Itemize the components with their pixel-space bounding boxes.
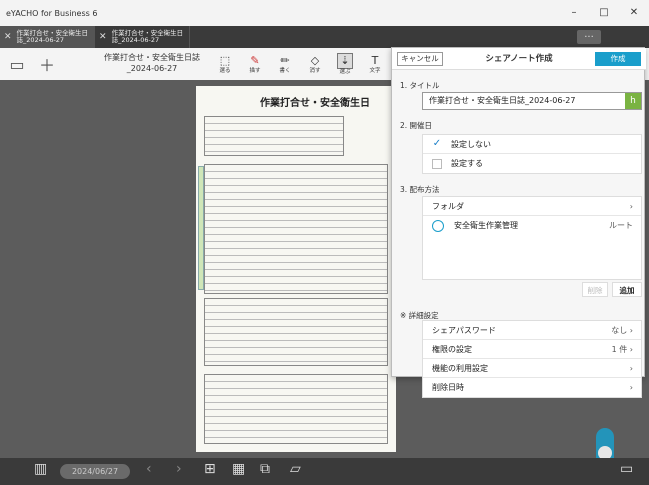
- page-heading: 作業打合せ・安全衛生日: [260, 98, 370, 109]
- folder-label: フォルダ: [432, 201, 464, 211]
- folder-box: フォルダ › 安全衛生作業管理 ルート: [422, 196, 642, 280]
- select-area-icon: ⇣: [337, 52, 353, 69]
- bottom-bar: ▥ 2024/06/27 ‹ › ⊞ ▦ ⧉ ▱ ▭: [0, 458, 649, 485]
- title-field-value: 作業打合せ・安全衛生日誌_2024-06-27: [429, 96, 576, 105]
- window-titlebar: eYACHO for Business 6 – □ ✕: [0, 0, 649, 26]
- close-button[interactable]: ✕: [619, 0, 649, 26]
- share-note-panel: キャンセル シェアノート作成 作成 1. タイトル 作業打合せ・安全衛生日誌_2…: [391, 47, 646, 398]
- dist-section-label: 3. 配布方法: [400, 185, 440, 194]
- tab-subtitle: 誌_2024-06-27: [16, 36, 65, 44]
- tool-label: 文字: [369, 67, 381, 74]
- window-icon[interactable]: ▭: [620, 461, 633, 477]
- date-options: ✓ 設定しない 設定する: [422, 134, 642, 174]
- folder-item-root: ルート: [609, 221, 633, 230]
- detail-value: なし ›: [611, 325, 633, 335]
- detail-label: 権限の設定: [432, 344, 472, 354]
- shape-icon[interactable]: ▱: [290, 461, 301, 477]
- safety-table: [204, 298, 388, 366]
- text-icon: T: [371, 53, 379, 67]
- title-section-label: 1. タイトル: [400, 81, 440, 90]
- header-table: [204, 116, 344, 156]
- panel-header: キャンセル シェアノート作成 作成: [392, 48, 646, 70]
- detail-settings: シェアパスワード なし › 権限の設定 1 件 › 機能の利用設定 › 削除日時…: [422, 320, 642, 398]
- entry-table: [204, 374, 388, 444]
- detail-features[interactable]: 機能の利用設定 ›: [423, 359, 641, 378]
- folder-item[interactable]: 安全衛生作業管理 ルート: [423, 216, 641, 235]
- tool-group: ⬚ 選る ✎ 描す ✏ 書く ◇ 消す ⇣ 選ぶ T 文字: [210, 50, 390, 78]
- select-icon: ⬚: [219, 53, 231, 67]
- date-section-label: 2. 開催日: [400, 121, 433, 130]
- tab-document-2[interactable]: ✕ 作業打合せ・安全衛生日 誌_2024-06-27: [95, 26, 191, 48]
- minimize-button[interactable]: –: [559, 0, 589, 26]
- tool-label: 消す: [309, 67, 321, 74]
- checkbox-icon: [432, 158, 442, 169]
- detail-label: シェアパスワード: [432, 325, 496, 335]
- detail-label: 機能の利用設定: [432, 363, 488, 373]
- add-icon[interactable]: ＋: [36, 54, 58, 75]
- date-option-set[interactable]: 設定する: [423, 154, 641, 173]
- layers-icon[interactable]: ⧉: [260, 461, 270, 477]
- date-option-none[interactable]: ✓ 設定しない: [423, 135, 641, 154]
- tool-label: 描す: [249, 67, 261, 74]
- calendar-book-icon[interactable]: ▥: [34, 461, 47, 477]
- delete-button[interactable]: 削除: [582, 282, 608, 297]
- tool-select-area[interactable]: ⇣ 選ぶ: [330, 50, 360, 78]
- document-title: 作業打合せ・安全衛生日誌 _2024-06-27: [92, 52, 212, 74]
- tool-pen[interactable]: ✎ 描す: [240, 50, 270, 78]
- title-field[interactable]: 作業打合せ・安全衛生日誌_2024-06-27 h: [422, 92, 642, 110]
- tool-eraser[interactable]: ◇ 消す: [300, 50, 330, 78]
- chevron-right-icon: ›: [629, 201, 633, 211]
- eraser-icon: ◇: [310, 53, 320, 67]
- tool-text[interactable]: T 文字: [360, 50, 390, 78]
- detail-permissions[interactable]: 権限の設定 1 件 ›: [423, 340, 641, 359]
- date-pill[interactable]: 2024/06/27: [60, 464, 130, 479]
- checkmark-icon: ✓: [432, 138, 442, 149]
- tool-write[interactable]: ✏ 書く: [270, 50, 300, 78]
- tool-label: 選ぶ: [339, 68, 351, 75]
- create-button[interactable]: 作成: [595, 52, 641, 66]
- folder-item-label: 安全衛生作業管理: [454, 221, 518, 230]
- add-button[interactable]: 追加: [612, 282, 642, 297]
- window-title: eYACHO for Business 6: [6, 8, 98, 18]
- pen-icon: ✎: [250, 53, 260, 67]
- tab-document-1[interactable]: ✕ 作業打合せ・安全衛生日 誌_2024-06-27: [0, 26, 96, 48]
- detail-delete-date[interactable]: 削除日時 ›: [423, 378, 641, 397]
- work-table: [204, 164, 388, 294]
- tool-label: 書く: [279, 67, 291, 74]
- tab-subtitle: 誌_2024-06-27: [111, 36, 160, 44]
- tool-label: 選る: [219, 67, 231, 74]
- write-icon: ✏: [280, 53, 290, 67]
- tab-strip: ✕ 作業打合せ・安全衛生日 誌_2024-06-27 ✕ 作業打合せ・安全衛生日…: [0, 26, 649, 48]
- document-title-line1: 作業打合せ・安全衛生日誌: [104, 53, 200, 62]
- option-label: 設定しない: [451, 139, 491, 149]
- cancel-button[interactable]: キャンセル: [397, 52, 443, 66]
- add-page-icon[interactable]: ⊞: [204, 461, 216, 477]
- close-tab-icon[interactable]: ✕: [4, 32, 12, 41]
- panel-title: シェアノート作成: [485, 54, 553, 64]
- prev-page-icon[interactable]: ‹: [146, 461, 152, 477]
- detail-password[interactable]: シェアパスワード なし ›: [423, 321, 641, 340]
- document-title-line2: _2024-06-27: [126, 64, 178, 73]
- more-button[interactable]: ...: [577, 30, 601, 44]
- next-page-icon[interactable]: ›: [176, 461, 182, 477]
- chevron-right-icon: ›: [629, 363, 633, 373]
- document-page[interactable]: 作業打合せ・安全衛生日: [196, 86, 396, 452]
- folder-row[interactable]: フォルダ ›: [423, 197, 641, 216]
- maximize-button[interactable]: □: [589, 0, 619, 26]
- tool-select[interactable]: ⬚ 選る: [210, 50, 240, 78]
- detail-value: 1 件 ›: [611, 344, 633, 354]
- rename-icon[interactable]: h: [625, 93, 641, 109]
- detail-label: 削除日時: [432, 383, 464, 392]
- chevron-right-icon: ›: [629, 383, 633, 392]
- option-label: 設定する: [451, 159, 483, 168]
- close-tab-icon[interactable]: ✕: [99, 32, 107, 41]
- calendar-icon[interactable]: ▦: [232, 461, 245, 477]
- folder-icon[interactable]: ▭: [6, 54, 28, 74]
- radio-icon: [432, 219, 444, 232]
